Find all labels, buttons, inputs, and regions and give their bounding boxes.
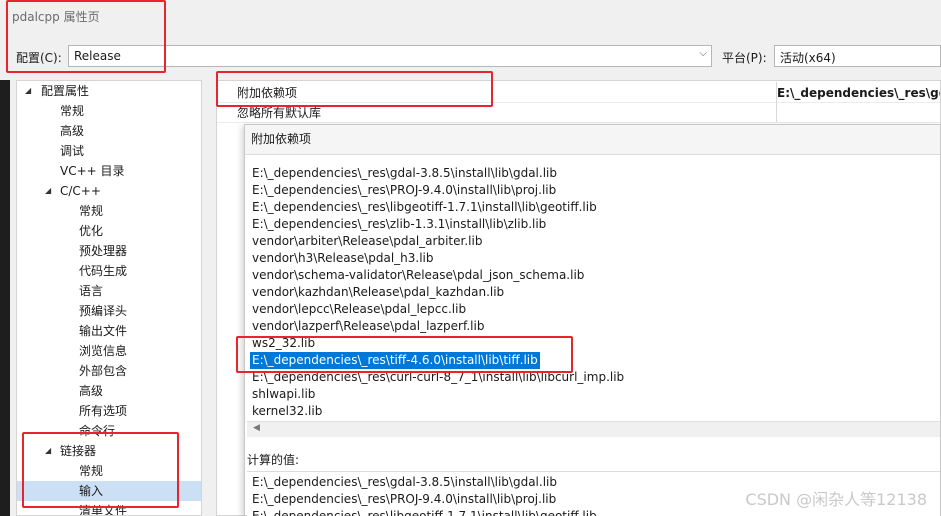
tree-item-preprocessor[interactable]: 预处理器 — [17, 241, 201, 261]
expand-arrow-icon[interactable]: ◢ — [25, 81, 31, 101]
tree-item-label: 浏览信息 — [79, 344, 128, 358]
tree-item-all-options[interactable]: 所有选项 — [17, 401, 201, 421]
annotation-box-tiff-lib — [236, 336, 573, 373]
tree-item-label: 优化 — [79, 224, 104, 238]
tree-item-label: 高级 — [79, 384, 104, 398]
tree-item-config-properties[interactable]: ◢ 配置属性 — [17, 81, 201, 101]
expand-arrow-icon[interactable]: ◢ — [45, 181, 51, 201]
dependency-line[interactable]: vendor\lepcc\Release\pdal_lepcc.lib — [252, 301, 466, 318]
tree-item-optimization[interactable]: 优化 — [17, 221, 201, 241]
tree-item-advanced[interactable]: 高级 — [17, 121, 201, 141]
tree-item-label: 配置属性 — [41, 84, 90, 98]
tree-item-browse-info[interactable]: 浏览信息 — [17, 341, 201, 361]
tree-item-cpp-advanced[interactable]: 高级 — [17, 381, 201, 401]
dependency-line[interactable]: shlwapi.lib — [252, 386, 315, 403]
tree-item-external-includes[interactable]: 外部包含 — [17, 361, 201, 381]
tree-item-label: 代码生成 — [79, 264, 128, 278]
platform-label: 平台(P): — [722, 51, 767, 65]
tree-item-cpp-general[interactable]: 常规 — [17, 201, 201, 221]
computed-line: E:\_dependencies\_res\gdal-3.8.5\install… — [252, 475, 557, 489]
tree-item-label: 所有选项 — [79, 404, 128, 418]
dependencies-editor[interactable]: E:\_dependencies\_res\gdal-3.8.5\install… — [247, 161, 940, 439]
tree-item-label: 预处理器 — [79, 244, 128, 258]
annotation-box-linker-input — [22, 432, 179, 508]
dependency-line[interactable]: E:\_dependencies\_res\gdal-3.8.5\install… — [252, 165, 557, 182]
annotation-box-additional-deps — [216, 71, 493, 107]
computed-value-label: 计算的值: — [247, 453, 300, 467]
platform-dropdown[interactable]: 活动(x64) — [774, 45, 941, 67]
tree-item-label: VC++ 目录 — [60, 164, 125, 178]
additional-dependencies-dialog: 附加依赖项 E:\_dependencies\_res\gdal-3.8.5\i… — [244, 124, 941, 516]
tree-item-language[interactable]: 语言 — [17, 281, 201, 301]
tree-item-debugging[interactable]: 调试 — [17, 141, 201, 161]
dependency-line[interactable]: E:\_dependencies\_res\PROJ-9.4.0\install… — [252, 182, 556, 199]
tree-item-code-generation[interactable]: 代码生成 — [17, 261, 201, 281]
dependency-line[interactable]: E:\_dependencies\_res\libgeotiff-1.7.1\i… — [252, 199, 597, 216]
tree-item-label: 语言 — [79, 284, 104, 298]
annotation-box-title-config — [6, 0, 166, 73]
tree-item-output-files[interactable]: 输出文件 — [17, 321, 201, 341]
tree-item-label: 常规 — [60, 104, 85, 118]
scroll-left-icon[interactable]: ◀ — [253, 423, 260, 433]
dependency-line[interactable]: vendor\h3\Release\pdal_h3.lib — [252, 250, 434, 267]
tree-item-label: 输出文件 — [79, 324, 128, 338]
dependency-line[interactable]: vendor\arbiter\Release\pdal_arbiter.lib — [252, 233, 482, 250]
computed-line: E:\_dependencies\_res\libgeotiff-1.7.1\i… — [252, 509, 597, 516]
tree-item-vc-directories[interactable]: VC++ 目录 — [17, 161, 201, 181]
property-value: E:\_dependencies\_res\gdal — [777, 86, 940, 100]
dialog-header: 附加依赖项 — [245, 125, 940, 155]
horizontal-scrollbar[interactable]: ◀ — [247, 421, 940, 437]
tree-item-label: 常规 — [79, 204, 104, 218]
dependency-line[interactable]: vendor\kazhdan\Release\pdal_kazhdan.lib — [252, 284, 504, 301]
tree-item-label: 高级 — [60, 124, 85, 138]
watermark: CSDN @闲杂人等12138 — [745, 490, 927, 509]
background-editor-strip — [0, 80, 10, 516]
tree-item-precompiled-headers[interactable]: 预编译头 — [17, 301, 201, 321]
chevron-down-icon: ⌵ — [699, 48, 707, 59]
dependency-line[interactable]: vendor\schema-validator\Release\pdal_jso… — [252, 267, 584, 284]
tree-item-label: 调试 — [60, 144, 85, 158]
tree-item-label: 外部包含 — [79, 364, 128, 378]
dependency-line[interactable]: kernel32.lib — [252, 403, 322, 420]
computed-line: E:\_dependencies\_res\PROJ-9.4.0\install… — [252, 492, 557, 506]
tree-item-general[interactable]: 常规 — [17, 101, 201, 121]
dialog-title: 附加依赖项 — [251, 132, 312, 146]
tree-item-cpp[interactable]: ◢ C/C++ — [17, 181, 201, 201]
tree-item-label: C/C++ — [60, 184, 101, 198]
dependency-line[interactable]: vendor\lazperf\Release\pdal_lazperf.lib — [252, 318, 484, 335]
tree-item-label: 预编译头 — [79, 304, 128, 318]
column-divider — [776, 82, 777, 122]
platform-value: 活动(x64) — [780, 51, 836, 65]
dependency-line[interactable]: E:\_dependencies\_res\zlib-1.3.1\install… — [252, 216, 546, 233]
